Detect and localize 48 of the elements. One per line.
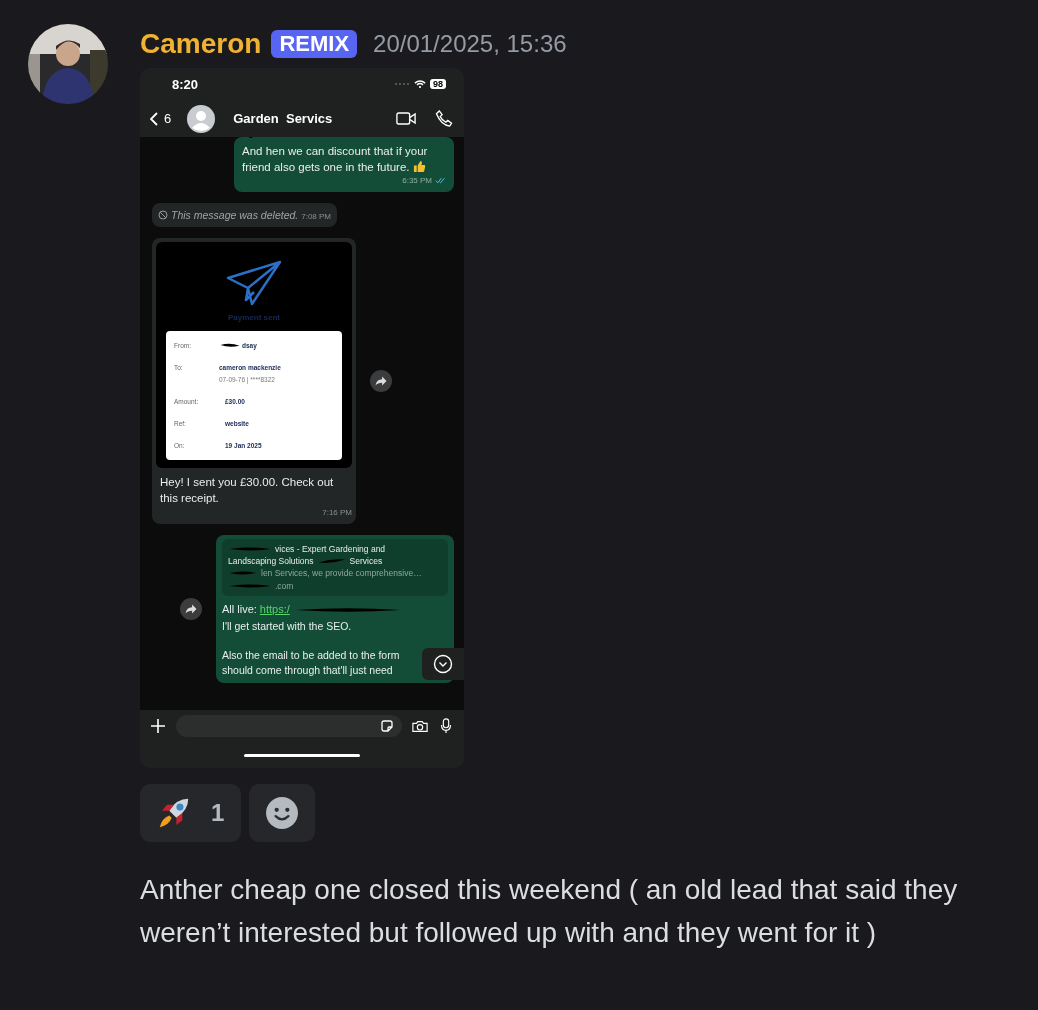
link-preview[interactable]: vices - Expert Gardening and Landscaping Solutions Services len Services, we provide comprehensive… .com: [222, 538, 448, 596]
phone-call-icon[interactable]: [434, 110, 454, 127]
home-indicator[interactable]: [244, 753, 360, 757]
thumbs-up-icon: [412, 160, 426, 174]
battery-level: 98: [430, 79, 446, 89]
signal-icon: [394, 82, 410, 86]
message-text: And hen we can discount that if your friend also gets one in the future.: [242, 144, 429, 176]
preview-title: vices - Expert Gardening and: [275, 542, 386, 555]
receipt-title: Payment sent: [228, 311, 280, 323]
preview-title: Landscaping Solutions: [228, 555, 314, 568]
blocked-icon: [158, 209, 168, 220]
chevron-down-icon: [433, 654, 453, 674]
timestamp: 20/01/2025, 15:36: [373, 30, 567, 58]
message-text: Also the email to be added to the form should come through that'll just need: [222, 648, 401, 678]
message-time: 6:35 PM: [402, 175, 432, 187]
preview-description: len Services, we provide comprehensive…: [261, 567, 422, 580]
microphone-icon[interactable]: [438, 718, 454, 734]
message-text: Hey! I sent you £30.00. Check out this receipt.: [159, 475, 335, 507]
video-call-icon[interactable]: [396, 110, 416, 127]
plus-icon[interactable]: [150, 718, 166, 734]
message-text: All live:: [222, 601, 257, 617]
redaction-scribble: [316, 557, 347, 566]
message-text: Anther cheap one closed this weekend ( an old lead that said they weren’t interested but followed up with and they went for it ): [140, 873, 959, 951]
camera-icon[interactable]: [412, 718, 428, 734]
message-input-field[interactable]: [176, 715, 402, 737]
clock-time: 8:20: [172, 76, 199, 92]
forward-icon[interactable]: [370, 369, 392, 392]
contact-name[interactable]: Garden Servics: [233, 111, 378, 126]
back-button[interactable]: 6: [150, 111, 172, 126]
sticker-icon[interactable]: [380, 719, 394, 733]
forward-icon[interactable]: [180, 598, 202, 621]
add-reaction-button[interactable]: [249, 784, 316, 842]
wifi-icon: [414, 79, 426, 89]
preview-title: Services: [349, 555, 383, 568]
reaction-button[interactable]: 1: [140, 784, 242, 842]
smiley-icon: [265, 796, 300, 830]
message-text: I'll get started with the SEO.: [222, 619, 353, 634]
reaction-count: 1: [211, 799, 225, 827]
message-time: 7:16 PM: [321, 506, 352, 518]
deleted-notice: This message was deleted.: [171, 207, 299, 223]
message-time: 7:08 PM: [301, 211, 332, 223]
contact-avatar-icon[interactable]: [187, 104, 216, 133]
preview-domain: .com: [275, 579, 294, 592]
author-name[interactable]: Cameron: [140, 28, 262, 60]
paper-plane-icon: [226, 259, 282, 306]
scroll-down-button[interactable]: [422, 648, 464, 680]
url-link[interactable]: https:/: [259, 601, 290, 618]
role-tag: REMIX: [271, 30, 358, 58]
